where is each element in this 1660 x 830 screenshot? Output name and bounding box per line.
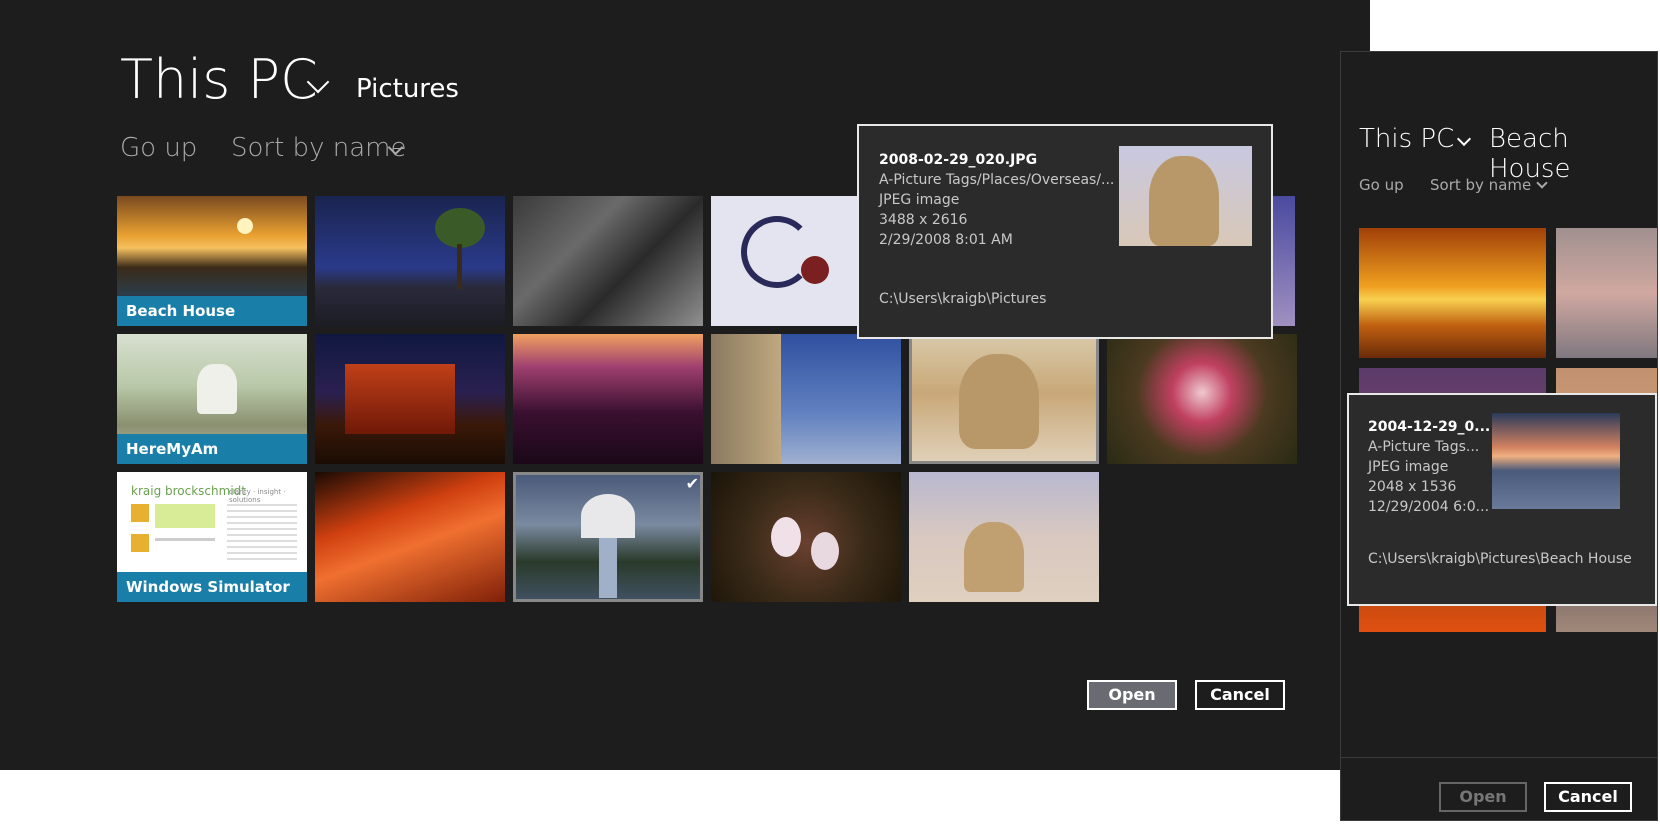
tile-label: Windows Simulator bbox=[117, 572, 307, 602]
file-date: 2/29/2008 8:01 AM bbox=[879, 232, 1013, 248]
image-tile[interactable] bbox=[711, 472, 901, 602]
file-type: JPEG image bbox=[1368, 459, 1449, 475]
location-title[interactable]: This PC bbox=[1359, 124, 1454, 154]
tree-shape bbox=[435, 208, 485, 248]
image-tile[interactable] bbox=[315, 196, 505, 326]
file-date: 12/29/2004 6:0... bbox=[1368, 499, 1490, 515]
file-tags: A-Picture Tags/Places/Overseas/... bbox=[879, 172, 1115, 188]
file-info-tooltip: 2008-02-29_020.JPG A-Picture Tags/Places… bbox=[857, 124, 1273, 339]
image-tile[interactable] bbox=[711, 334, 901, 464]
image-tile[interactable] bbox=[909, 472, 1099, 602]
open-button[interactable]: Open bbox=[1087, 680, 1177, 710]
website-tagline: clarity · insight · solutions bbox=[229, 488, 286, 504]
current-folder: Pictures bbox=[356, 74, 459, 104]
folder-tile-windows-simulator[interactable]: kraig brockschmidt clarity · insight · s… bbox=[117, 472, 307, 602]
file-thumbnail bbox=[1492, 413, 1620, 509]
open-button[interactable]: Open bbox=[1439, 782, 1527, 812]
cancel-button[interactable]: Cancel bbox=[1544, 782, 1632, 812]
image-tile-taj-mahal[interactable]: ✔ bbox=[513, 472, 703, 602]
sphinx-shape bbox=[959, 354, 1039, 449]
image-tile[interactable] bbox=[513, 334, 703, 464]
image-tile[interactable] bbox=[315, 472, 505, 602]
folder-tile-beach-house[interactable]: Beach House bbox=[117, 196, 307, 326]
file-dimensions: 2048 x 1536 bbox=[1368, 479, 1457, 495]
file-path: C:\Users\kraigb\Pictures bbox=[879, 291, 1047, 307]
file-name: 2008-02-29_020.JPG bbox=[879, 152, 1038, 168]
file-name: 2004-12-29_0... bbox=[1368, 419, 1491, 435]
sort-dropdown[interactable]: Sort by name bbox=[1430, 176, 1531, 194]
sun-shape bbox=[237, 218, 253, 234]
file-path: C:\Users\kraigb\Pictures\Beach House bbox=[1368, 551, 1632, 567]
deer-shape bbox=[197, 364, 237, 414]
chevron-down-icon[interactable] bbox=[1456, 131, 1472, 147]
image-tile[interactable] bbox=[513, 196, 703, 326]
go-up-button[interactable]: Go up bbox=[1359, 176, 1404, 194]
folder-tile-heremyam[interactable]: HereMyAm bbox=[117, 334, 307, 464]
image-tile[interactable] bbox=[1107, 334, 1297, 464]
file-info-tooltip: 2004-12-29_0... A-Picture Tags... JPEG i… bbox=[1347, 393, 1657, 606]
file-picker-main: This PC Pictures Go up Sort by name Beac… bbox=[0, 0, 1370, 770]
checkmark-icon: ✔ bbox=[685, 474, 699, 493]
image-tile[interactable] bbox=[1359, 228, 1546, 358]
tile-label: HereMyAm bbox=[117, 434, 307, 464]
current-folder: Beach House bbox=[1489, 124, 1571, 184]
cancel-button[interactable]: Cancel bbox=[1195, 680, 1285, 710]
taj-dome bbox=[581, 494, 635, 538]
file-tags: A-Picture Tags... bbox=[1368, 439, 1480, 455]
file-dimensions: 3488 x 2616 bbox=[879, 212, 968, 228]
go-up-button[interactable]: Go up bbox=[120, 133, 197, 163]
image-tile[interactable] bbox=[315, 334, 505, 464]
image-tile-sphinx[interactable] bbox=[909, 334, 1099, 464]
image-tile[interactable] bbox=[1556, 228, 1657, 358]
footer-divider bbox=[1341, 757, 1657, 758]
sort-dropdown[interactable]: Sort by name bbox=[231, 133, 406, 163]
file-type: JPEG image bbox=[879, 192, 960, 208]
tile-label: Beach House bbox=[117, 296, 307, 326]
file-thumbnail bbox=[1119, 146, 1252, 246]
location-title[interactable]: This PC bbox=[120, 48, 318, 111]
file-picker-narrow: This PC Beach House Go up Sort by name 2… bbox=[1340, 51, 1658, 821]
